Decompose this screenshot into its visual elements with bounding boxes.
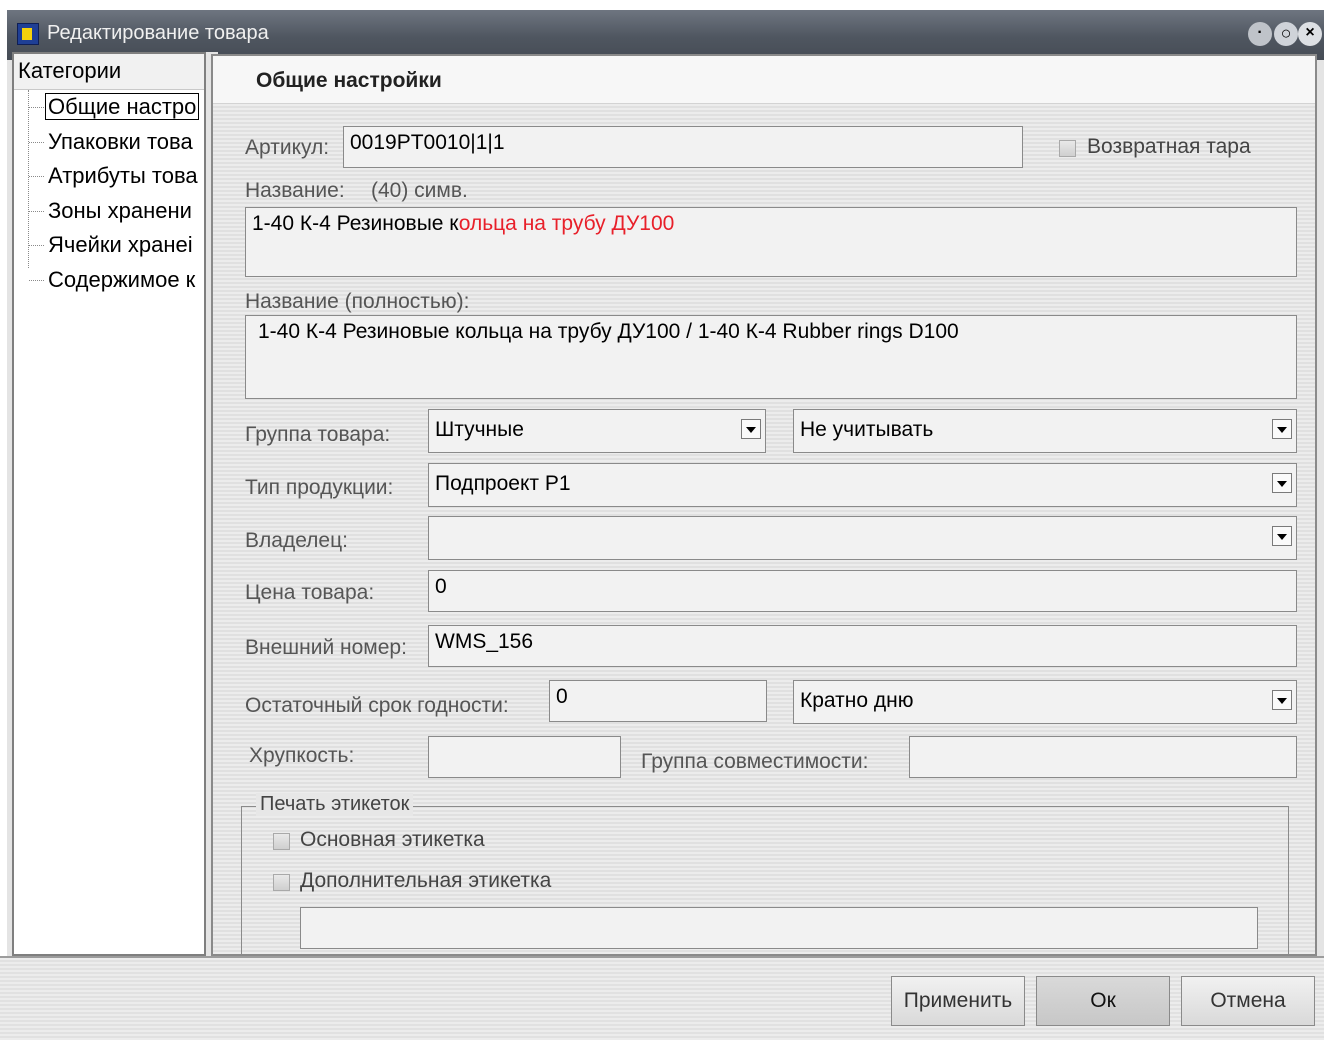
tree-header: Категории: [14, 54, 204, 90]
group-select-value: Штучные: [435, 418, 524, 441]
chevron-down-icon[interactable]: [1272, 526, 1292, 546]
compat-group-input[interactable]: [909, 736, 1297, 778]
tree-item-cells[interactable]: Ячейки хранеі: [14, 228, 204, 263]
button-bar: Применить Ок Отмена: [0, 956, 1324, 1040]
cancel-button[interactable]: Отмена: [1181, 976, 1315, 1026]
owner-select[interactable]: [428, 516, 1297, 560]
tree-item-general[interactable]: Общие настро: [14, 90, 204, 125]
shelf-life-unit-select[interactable]: Кратно дню: [793, 680, 1297, 724]
tree-item-packages[interactable]: Упаковки това: [14, 125, 204, 160]
tree-item-zones[interactable]: Зоны хранени: [14, 194, 204, 229]
shelf-life-label: Остаточный срок годности:: [245, 694, 509, 717]
tree-item-label: Зоны хранени: [48, 197, 192, 223]
tree-list: Общие настро Упаковки това Атрибуты това…: [14, 90, 204, 297]
external-number-input[interactable]: WMS_156: [428, 625, 1297, 667]
group-select[interactable]: Штучные: [428, 409, 766, 453]
chevron-down-icon[interactable]: [1272, 473, 1292, 493]
window-title: Редактирование товара: [47, 22, 269, 44]
panel-header: Общие настройки: [213, 56, 1315, 104]
chevron-down-icon[interactable]: [741, 419, 761, 439]
category-tree: Категории Общие настро Упаковки това Атр…: [12, 52, 206, 956]
full-name-label: Название (полностью):: [245, 290, 470, 313]
price-label: Цена товара:: [245, 581, 375, 604]
chevron-down-icon[interactable]: [1272, 419, 1292, 439]
external-number-label: Внешний номер:: [245, 636, 407, 659]
accounting-select[interactable]: Не учитывать: [793, 409, 1297, 453]
article-input[interactable]: 0019PT0010|1|1: [343, 126, 1023, 168]
shelf-life-input[interactable]: 0: [549, 680, 767, 722]
label-print-title: Печать этикеток: [256, 793, 414, 816]
extra-label-text: Дополнительная этикетка: [300, 869, 552, 892]
settings-panel: Общие настройки Артикул: 0019PT0010|1|1 …: [211, 54, 1317, 996]
tree-item-label: Атрибуты това: [48, 163, 198, 188]
ok-button[interactable]: Ок: [1036, 976, 1170, 1026]
close-button[interactable]: ×: [1298, 22, 1322, 46]
name-text: 1-40 К-4 Резиновые к: [252, 212, 459, 235]
tree-item-label: Общие настро: [45, 93, 200, 120]
tree-item-label: Ячейки хранеі: [48, 232, 193, 257]
tree-item-contents[interactable]: Содержимое к: [14, 263, 204, 298]
chevron-down-icon[interactable]: [1272, 690, 1292, 710]
name-label: Название:: [245, 179, 345, 202]
tree-item-attributes[interactable]: Атрибуты това: [14, 159, 204, 194]
main-label-text: Основная этикетка: [300, 828, 485, 851]
maximize-button[interactable]: ○: [1274, 22, 1298, 46]
name-overflow-text: ольца на трубу ДУ100: [458, 212, 675, 235]
panel-title: Общие настройки: [256, 69, 442, 92]
extra-label-input[interactable]: [300, 907, 1258, 949]
minimize-button[interactable]: ·: [1248, 22, 1272, 46]
product-type-select[interactable]: Подпроект Р1: [428, 463, 1297, 507]
name-char-count: (40) симв.: [371, 179, 468, 202]
extra-label-checkbox[interactable]: [273, 874, 290, 891]
fragility-label: Хрупкость:: [249, 744, 355, 767]
tree-item-label: Содержимое к: [48, 266, 196, 292]
returnable-checkbox[interactable]: [1059, 140, 1076, 157]
fragility-input[interactable]: [428, 736, 621, 778]
product-type-label: Тип продукции:: [245, 476, 394, 499]
returnable-label: Возвратная тара: [1087, 135, 1251, 158]
apply-button[interactable]: Применить: [891, 976, 1025, 1026]
group-label: Группа товара:: [245, 423, 391, 446]
compat-group-label: Группа совместимости:: [641, 750, 869, 773]
shelf-life-unit-value: Кратно дню: [800, 689, 914, 712]
name-input[interactable]: 1-40 К-4 Резиновые кольца на трубу ДУ100: [245, 207, 1297, 277]
product-type-value: Подпроект Р1: [435, 472, 571, 495]
article-label: Артикул:: [245, 136, 330, 159]
owner-label: Владелец:: [245, 529, 348, 552]
full-name-input[interactable]: 1-40 К-4 Резиновые кольца на трубу ДУ100…: [245, 315, 1297, 399]
accounting-select-value: Не учитывать: [800, 418, 934, 441]
price-input[interactable]: 0: [428, 570, 1297, 612]
tree-item-label: Упаковки това: [48, 128, 193, 154]
app-icon: [17, 23, 39, 45]
main-label-checkbox[interactable]: [273, 833, 290, 850]
